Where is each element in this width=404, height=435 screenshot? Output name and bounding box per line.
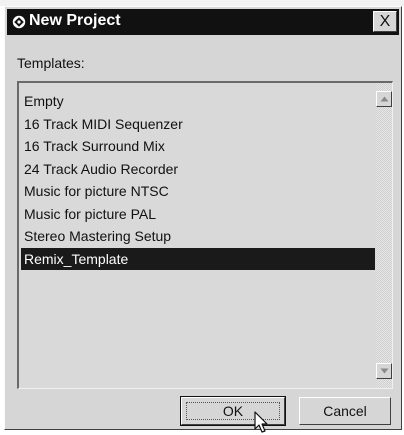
app-logo-icon [12,15,26,29]
template-list-item[interactable]: Empty [21,90,375,113]
dialog-title: New Project [29,12,121,29]
template-list-item[interactable]: Stereo Mastering Setup [21,225,375,248]
close-button[interactable]: X [373,11,397,32]
cancel-button[interactable]: Cancel [299,397,391,425]
template-list-item[interactable]: 16 Track MIDI Sequenzer [21,113,375,136]
vertical-scrollbar[interactable] [376,83,392,388]
templates-list: Empty 16 Track MIDI Sequenzer 16 Track Sur… [21,90,375,270]
scroll-up-button[interactable] [376,91,392,107]
template-list-item[interactable]: 24 Track Audio Recorder [21,158,375,181]
title-bar[interactable]: New Project X [7,9,399,35]
scroll-down-button[interactable] [376,363,392,379]
desktop-background: New Project X Templates: Empty 16 Track M… [0,0,404,433]
arrow-up-icon [380,96,389,102]
mouse-pointer-icon [254,411,268,433]
cancel-button-label: Cancel [323,403,367,419]
template-list-item[interactable]: 16 Track Surround Mix [21,135,375,158]
templates-listbox[interactable]: Empty 16 Track MIDI Sequenzer 16 Track Sur… [17,81,393,389]
template-list-item[interactable]: Music for picture NTSC [21,180,375,203]
template-list-item[interactable]: Remix_Template [21,247,375,270]
arrow-down-icon [380,368,389,374]
templates-label: Templates: [17,55,85,71]
template-list-item[interactable]: Music for picture PAL [21,203,375,226]
new-project-dialog: New Project X Templates: Empty 16 Track M… [4,6,402,433]
close-icon: X [379,13,391,30]
